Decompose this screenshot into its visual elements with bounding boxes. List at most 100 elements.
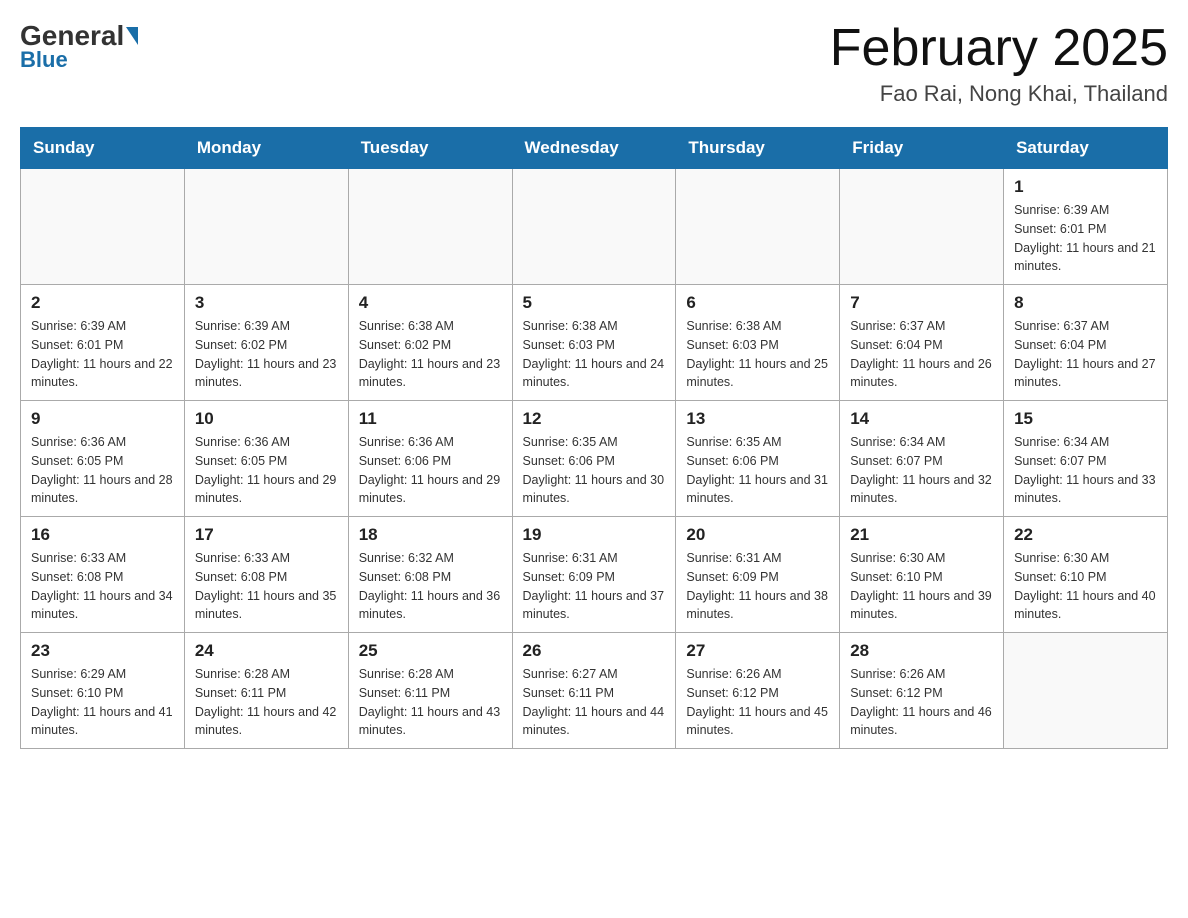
day-number: 26 bbox=[523, 641, 666, 661]
sunset-text: Sunset: 6:05 PM bbox=[195, 452, 338, 471]
day-info: Sunrise: 6:28 AMSunset: 6:11 PMDaylight:… bbox=[359, 665, 502, 740]
header-day-sunday: Sunday bbox=[21, 128, 185, 169]
calendar-cell: 14 Sunrise: 6:34 AMSunset: 6:07 PMDayligh… bbox=[840, 401, 1004, 517]
calendar-cell: 24Sunrise: 6:28 AMSunset: 6:11 PMDayligh… bbox=[184, 633, 348, 749]
day-number: 5 bbox=[523, 293, 666, 313]
sunset-text: Sunset: 6:07 PM bbox=[1014, 452, 1157, 471]
sunrise-text: Sunrise: 6:38 AM bbox=[686, 317, 829, 336]
day-number: 19 bbox=[523, 525, 666, 545]
calendar-cell: 1Sunrise: 6:39 AMSunset: 6:01 PMDaylight… bbox=[1004, 169, 1168, 285]
calendar-cell: 25Sunrise: 6:28 AMSunset: 6:11 PMDayligh… bbox=[348, 633, 512, 749]
day-number: 21 bbox=[850, 525, 993, 545]
daylight-text: Daylight: 11 hours and 40 minutes. bbox=[1014, 587, 1157, 625]
day-info: Sunrise: 6:34 AMSunset: 6:07 PMDaylight:… bbox=[850, 433, 993, 508]
day-number: 14 bbox=[850, 409, 993, 429]
calendar-cell: 20Sunrise: 6:31 AMSunset: 6:09 PMDayligh… bbox=[676, 517, 840, 633]
day-number: 28 bbox=[850, 641, 993, 661]
day-info: Sunrise: 6:39 AMSunset: 6:01 PMDaylight:… bbox=[31, 317, 174, 392]
calendar-cell: 28Sunrise: 6:26 AMSunset: 6:12 PMDayligh… bbox=[840, 633, 1004, 749]
day-info: Sunrise: 6:33 AMSunset: 6:08 PMDaylight:… bbox=[195, 549, 338, 624]
sunrise-text: Sunrise: 6:31 AM bbox=[523, 549, 666, 568]
calendar-cell: 16Sunrise: 6:33 AMSunset: 6:08 PMDayligh… bbox=[21, 517, 185, 633]
day-number: 3 bbox=[195, 293, 338, 313]
logo-arrow-icon bbox=[126, 27, 138, 45]
daylight-text: Daylight: 11 hours and 39 minutes. bbox=[850, 587, 993, 625]
calendar-cell bbox=[348, 169, 512, 285]
daylight-text: Daylight: 11 hours and 35 minutes. bbox=[195, 587, 338, 625]
day-info: Sunrise: 6:34 AMSunset: 6:07 PMDaylight:… bbox=[1014, 433, 1157, 508]
day-info: Sunrise: 6:27 AMSunset: 6:11 PMDaylight:… bbox=[523, 665, 666, 740]
daylight-text: Daylight: 11 hours and 38 minutes. bbox=[686, 587, 829, 625]
day-number: 9 bbox=[31, 409, 174, 429]
day-info: Sunrise: 6:36 AMSunset: 6:06 PMDaylight:… bbox=[359, 433, 502, 508]
sunset-text: Sunset: 6:10 PM bbox=[850, 568, 993, 587]
calendar-header-row: SundayMondayTuesdayWednesdayThursdayFrid… bbox=[21, 128, 1168, 169]
day-info: Sunrise: 6:35 AMSunset: 6:06 PMDaylight:… bbox=[686, 433, 829, 508]
sunset-text: Sunset: 6:12 PM bbox=[850, 684, 993, 703]
week-row-1: 1Sunrise: 6:39 AMSunset: 6:01 PMDaylight… bbox=[21, 169, 1168, 285]
header-day-monday: Monday bbox=[184, 128, 348, 169]
day-number: 11 bbox=[359, 409, 502, 429]
day-info: Sunrise: 6:37 AMSunset: 6:04 PMDaylight:… bbox=[850, 317, 993, 392]
calendar-cell: 27Sunrise: 6:26 AMSunset: 6:12 PMDayligh… bbox=[676, 633, 840, 749]
sunrise-text: Sunrise: 6:26 AM bbox=[850, 665, 993, 684]
daylight-text: Daylight: 11 hours and 34 minutes. bbox=[31, 587, 174, 625]
day-number: 10 bbox=[195, 409, 338, 429]
sunrise-text: Sunrise: 6:36 AM bbox=[31, 433, 174, 452]
sunrise-text: Sunrise: 6:37 AM bbox=[850, 317, 993, 336]
calendar-cell: 9Sunrise: 6:36 AMSunset: 6:05 PMDaylight… bbox=[21, 401, 185, 517]
daylight-text: Daylight: 11 hours and 24 minutes. bbox=[523, 355, 666, 393]
sunset-text: Sunset: 6:03 PM bbox=[686, 336, 829, 355]
week-row-3: 9Sunrise: 6:36 AMSunset: 6:05 PMDaylight… bbox=[21, 401, 1168, 517]
calendar-cell bbox=[676, 169, 840, 285]
day-number: 8 bbox=[1014, 293, 1157, 313]
sunset-text: Sunset: 6:03 PM bbox=[523, 336, 666, 355]
day-info: Sunrise: 6:37 AMSunset: 6:04 PMDaylight:… bbox=[1014, 317, 1157, 392]
sunset-text: Sunset: 6:10 PM bbox=[31, 684, 174, 703]
day-number: 1 bbox=[1014, 177, 1157, 197]
day-number: 6 bbox=[686, 293, 829, 313]
day-info: Sunrise: 6:29 AMSunset: 6:10 PMDaylight:… bbox=[31, 665, 174, 740]
day-info: Sunrise: 6:31 AMSunset: 6:09 PMDaylight:… bbox=[523, 549, 666, 624]
calendar-cell: 19 Sunrise: 6:31 AMSunset: 6:09 PMDayligh… bbox=[512, 517, 676, 633]
header-day-thursday: Thursday bbox=[676, 128, 840, 169]
sunrise-text: Sunrise: 6:31 AM bbox=[686, 549, 829, 568]
week-row-4: 16 Sunrise: 6:33 AMSunset: 6:08 PMDayligh… bbox=[21, 517, 1168, 633]
calendar-cell bbox=[512, 169, 676, 285]
calendar-cell: 21Sunrise: 6:30 AMSunset: 6:10 PMDayligh… bbox=[840, 517, 1004, 633]
sunset-text: Sunset: 6:09 PM bbox=[523, 568, 666, 587]
day-info: Sunrise: 6:30 AMSunset: 6:10 PMDaylight:… bbox=[1014, 549, 1157, 624]
day-info: Sunrise: 6:26 AMSunset: 6:12 PMDaylight:… bbox=[686, 665, 829, 740]
sunset-text: Sunset: 6:02 PM bbox=[195, 336, 338, 355]
day-info: Sunrise: 6:28 AMSunset: 6:11 PMDaylight:… bbox=[195, 665, 338, 740]
sunset-text: Sunset: 6:02 PM bbox=[359, 336, 502, 355]
daylight-text: Daylight: 11 hours and 28 minutes. bbox=[31, 471, 174, 509]
sunrise-text: Sunrise: 6:32 AM bbox=[359, 549, 502, 568]
calendar-table: SundayMondayTuesdayWednesdayThursdayFrid… bbox=[20, 127, 1168, 749]
day-number: 15 bbox=[1014, 409, 1157, 429]
day-number: 16 bbox=[31, 525, 174, 545]
daylight-text: Daylight: 11 hours and 41 minutes. bbox=[31, 703, 174, 741]
sunrise-text: Sunrise: 6:35 AM bbox=[523, 433, 666, 452]
sunrise-text: Sunrise: 6:34 AM bbox=[850, 433, 993, 452]
daylight-text: Daylight: 11 hours and 31 minutes. bbox=[686, 471, 829, 509]
sunset-text: Sunset: 6:11 PM bbox=[359, 684, 502, 703]
day-number: 7 bbox=[850, 293, 993, 313]
header-day-wednesday: Wednesday bbox=[512, 128, 676, 169]
calendar-cell: 7 Sunrise: 6:37 AMSunset: 6:04 PMDaylight… bbox=[840, 285, 1004, 401]
calendar-title: February 2025 bbox=[830, 20, 1168, 77]
sunset-text: Sunset: 6:06 PM bbox=[359, 452, 502, 471]
day-number: 17 bbox=[195, 525, 338, 545]
day-number: 18 bbox=[359, 525, 502, 545]
daylight-text: Daylight: 11 hours and 21 minutes. bbox=[1014, 239, 1157, 277]
day-number: 2 bbox=[31, 293, 174, 313]
sunrise-text: Sunrise: 6:29 AM bbox=[31, 665, 174, 684]
sunrise-text: Sunrise: 6:34 AM bbox=[1014, 433, 1157, 452]
daylight-text: Daylight: 11 hours and 26 minutes. bbox=[850, 355, 993, 393]
calendar-cell: 17 Sunrise: 6:33 AMSunset: 6:08 PMDayligh… bbox=[184, 517, 348, 633]
calendar-cell bbox=[1004, 633, 1168, 749]
calendar-cell: 8 Sunrise: 6:37 AMSunset: 6:04 PMDaylight… bbox=[1004, 285, 1168, 401]
sunrise-text: Sunrise: 6:33 AM bbox=[195, 549, 338, 568]
sunrise-text: Sunrise: 6:36 AM bbox=[195, 433, 338, 452]
day-info: Sunrise: 6:38 AMSunset: 6:03 PMDaylight:… bbox=[686, 317, 829, 392]
